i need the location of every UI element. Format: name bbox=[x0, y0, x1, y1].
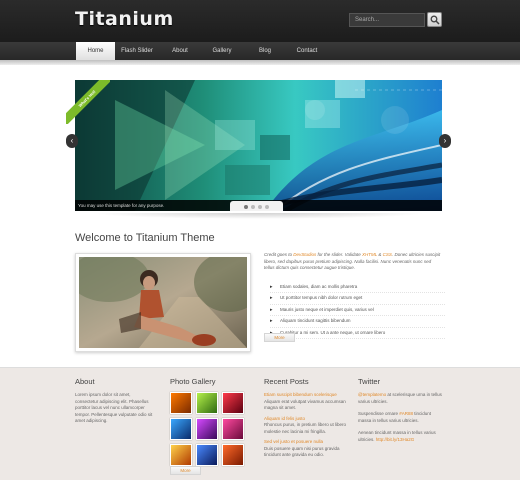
nav-item-flash-slider[interactable]: Flash Slider bbox=[118, 42, 156, 60]
gallery-thumb[interactable] bbox=[196, 418, 218, 440]
intro-text: Credit goes to DevStudios for the slider… bbox=[264, 252, 442, 272]
footer-about-title: About bbox=[75, 377, 95, 386]
site-logo[interactable]: Titanium bbox=[75, 8, 174, 30]
footer-posts-title: Recent Posts bbox=[264, 377, 309, 386]
post-excerpt: Rhoncus purus, in pretium libero ut libe… bbox=[264, 422, 347, 434]
slider-prev-button[interactable]: ‹ bbox=[66, 134, 78, 148]
tweet-link[interactable]: #AR88 bbox=[399, 411, 413, 416]
nav-item-contact[interactable]: Contact bbox=[290, 42, 324, 60]
main-nav: Home Flash Slider About Gallery Blog Con… bbox=[0, 42, 520, 60]
post-item: Aliquam id felis justo Rhoncus purus, in… bbox=[264, 416, 348, 436]
gallery-thumb[interactable] bbox=[196, 444, 218, 466]
nav-item-blog[interactable]: Blog bbox=[248, 42, 282, 60]
gallery-thumb[interactable] bbox=[170, 444, 192, 466]
tweet-item: Suspendisse ornare #AR88 tincidunt massa… bbox=[358, 411, 442, 424]
list-item: Etiam sodales, diam ac mollis pharetra bbox=[270, 282, 445, 294]
nav-item-home[interactable]: Home bbox=[76, 42, 115, 60]
nav-item-gallery[interactable]: Gallery bbox=[205, 42, 239, 60]
post-link[interactable]: Etiam suscipit bibendum scelerisque bbox=[264, 392, 348, 399]
post-excerpt: Duis posuere quam nisi purus gravida tin… bbox=[264, 445, 340, 458]
gallery-thumb[interactable] bbox=[170, 392, 192, 414]
site-header: Titanium Search... bbox=[0, 0, 520, 42]
tweet-text: Suspendisse ornare bbox=[358, 411, 400, 416]
tweet-item: @templatemo at scelerisque urna in tellu… bbox=[358, 392, 442, 405]
list-item: Curabitur a mi sem. Ut a ante neque, ut … bbox=[270, 328, 445, 339]
welcome-title: Welcome to Titanium Theme bbox=[75, 232, 215, 244]
slider-dot[interactable] bbox=[251, 205, 255, 209]
list-item: Ut porttitor tempus nibh dolor rutrum eg… bbox=[270, 293, 445, 305]
list-item: Aliquam tincidunt sagittis bibendum bbox=[270, 316, 445, 328]
twitter-handle-link[interactable]: @templatemo bbox=[358, 392, 386, 397]
intro-mid: for the slider. Validate bbox=[316, 252, 362, 257]
footer-about: About Lorem ipsum dolor sit amet, consec… bbox=[75, 378, 155, 425]
nav-item-about[interactable]: About bbox=[163, 42, 197, 60]
css-link[interactable]: CSS bbox=[383, 252, 392, 257]
woman-photo bbox=[79, 257, 247, 348]
post-item: Etiam suscipit bibendum scelerisque Aliq… bbox=[264, 392, 348, 412]
footer-recent-posts: Recent Posts Etiam suscipit bibendum sce… bbox=[264, 378, 348, 459]
xhtml-link[interactable]: XHTML bbox=[362, 252, 377, 257]
footer-about-text: Lorem ipsum dolor sit amet, consectetur … bbox=[75, 392, 153, 423]
feature-list: Etiam sodales, diam ac mollis pharetra U… bbox=[270, 282, 445, 339]
slider-next-button[interactable]: › bbox=[439, 134, 451, 148]
gallery-thumb[interactable] bbox=[222, 392, 244, 414]
slider-shadow bbox=[90, 213, 427, 219]
gallery-more-button[interactable]: More bbox=[170, 466, 201, 475]
gallery-thumb[interactable] bbox=[222, 444, 244, 466]
list-item: Mauris justo neque et imperdiet quis, va… bbox=[270, 305, 445, 317]
post-item: Sed vel justo et posuere nulla Duis posu… bbox=[264, 439, 348, 459]
chevron-left-icon: ‹ bbox=[70, 136, 74, 145]
footer-twitter-title: Twitter bbox=[358, 377, 381, 386]
tweet-item: Aenean tincidunt massa in tellus varius … bbox=[358, 430, 442, 443]
search-input[interactable]: Search... bbox=[349, 13, 425, 27]
footer-gallery: Photo Gallery bbox=[170, 377, 255, 466]
gallery-thumb[interactable] bbox=[196, 392, 218, 414]
devstudios-link[interactable]: DevStudios bbox=[293, 252, 316, 257]
slider-dot[interactable] bbox=[258, 205, 262, 209]
post-excerpt: Aliquam erat volutpat vivamus accumsan m… bbox=[264, 398, 346, 411]
ribbon-label: What's Hot! bbox=[66, 80, 110, 124]
featured-photo bbox=[75, 253, 251, 352]
slider-dot[interactable] bbox=[244, 205, 248, 209]
whats-hot-ribbon: What's Hot! bbox=[66, 80, 110, 124]
intro-prefix: Credit goes to bbox=[264, 252, 294, 257]
slider-pagination bbox=[230, 201, 283, 211]
slider-dot[interactable] bbox=[265, 205, 269, 209]
welcome-more-button[interactable]: More bbox=[264, 333, 295, 342]
chevron-right-icon: › bbox=[443, 136, 447, 145]
footer-gallery-title: Photo Gallery bbox=[170, 377, 216, 386]
nav-divider bbox=[0, 60, 520, 65]
tweet-link[interactable]: http://bit.ly/13Ha2G bbox=[376, 437, 415, 442]
image-slider[interactable]: You may use this template for any purpos… bbox=[75, 80, 442, 211]
gallery-thumb[interactable] bbox=[170, 418, 192, 440]
search-button[interactable] bbox=[427, 12, 442, 27]
search-icon bbox=[430, 15, 440, 25]
footer-twitter: Twitter @templatemo at scelerisque urna … bbox=[358, 378, 442, 443]
gallery-thumb[interactable] bbox=[222, 418, 244, 440]
slide-image bbox=[75, 80, 442, 211]
